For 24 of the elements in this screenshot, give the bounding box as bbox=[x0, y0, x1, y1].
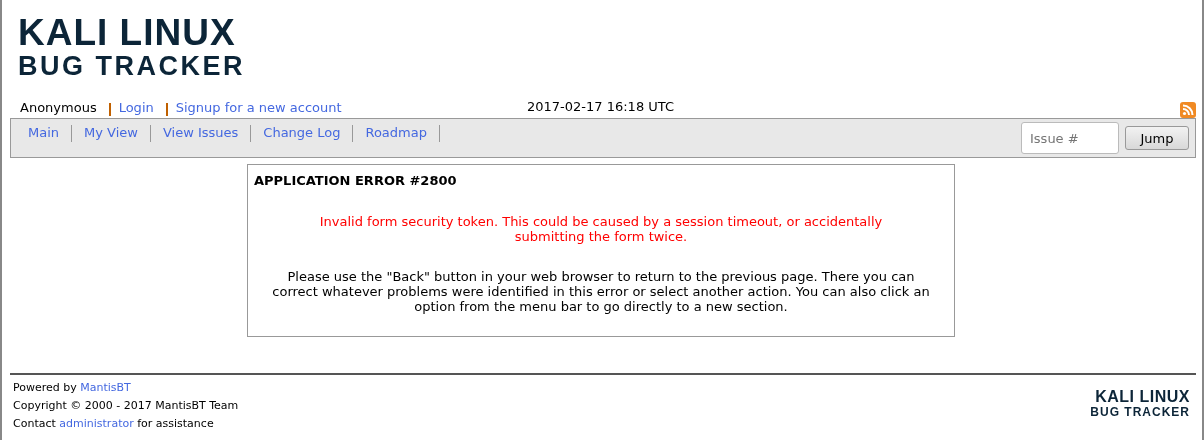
error-title: APPLICATION ERROR #2800 bbox=[254, 173, 458, 188]
user-name: Anonymous bbox=[20, 100, 97, 116]
copyright-text: Copyright © 2000 - 2017 MantisBT Team bbox=[13, 399, 239, 412]
menu-link[interactable]: Main bbox=[16, 125, 73, 142]
header-link[interactable]: Login bbox=[118, 100, 154, 116]
contact-text: Contact administrator for assistance bbox=[13, 417, 215, 430]
logo-text: KALI LINUX bbox=[1095, 389, 1190, 405]
menu-link[interactable]: Roadmap bbox=[353, 125, 440, 142]
issue-field[interactable]: Issue # bbox=[1021, 122, 1119, 154]
date-time: 2017-02-17 16:18 UTC bbox=[527, 99, 676, 114]
powered-by-text: Powered by MantisBT bbox=[13, 381, 132, 394]
footer-link[interactable]: MantisBT bbox=[80, 381, 131, 394]
rss-icon[interactable] bbox=[1180, 102, 1196, 118]
header-link[interactable]: Signup for a new account bbox=[175, 100, 342, 116]
menu-link[interactable]: View Issues bbox=[150, 125, 252, 142]
logo-text: BUG TRACKER bbox=[1090, 406, 1190, 418]
menu-link[interactable]: My View bbox=[72, 125, 151, 142]
jump-button[interactable]: Jump bbox=[1125, 126, 1189, 150]
logo-text: BUG TRACKER bbox=[18, 53, 245, 80]
footer-link[interactable]: administrator bbox=[59, 417, 134, 430]
error-message: Invalid form security token. This could be caused by a session timeout, or accidentally submitting the form twice. bbox=[318, 214, 884, 244]
menu-link[interactable]: Change Log bbox=[251, 125, 354, 142]
logo-text: KALI LINUX bbox=[18, 14, 237, 51]
help-text: Please use the "Back" button in your web browser to return to the previous page. There you can correct whatever problems were identified in this error or select another action. You can also click an option from the menu bar to go directly to a new section. bbox=[271, 269, 931, 314]
